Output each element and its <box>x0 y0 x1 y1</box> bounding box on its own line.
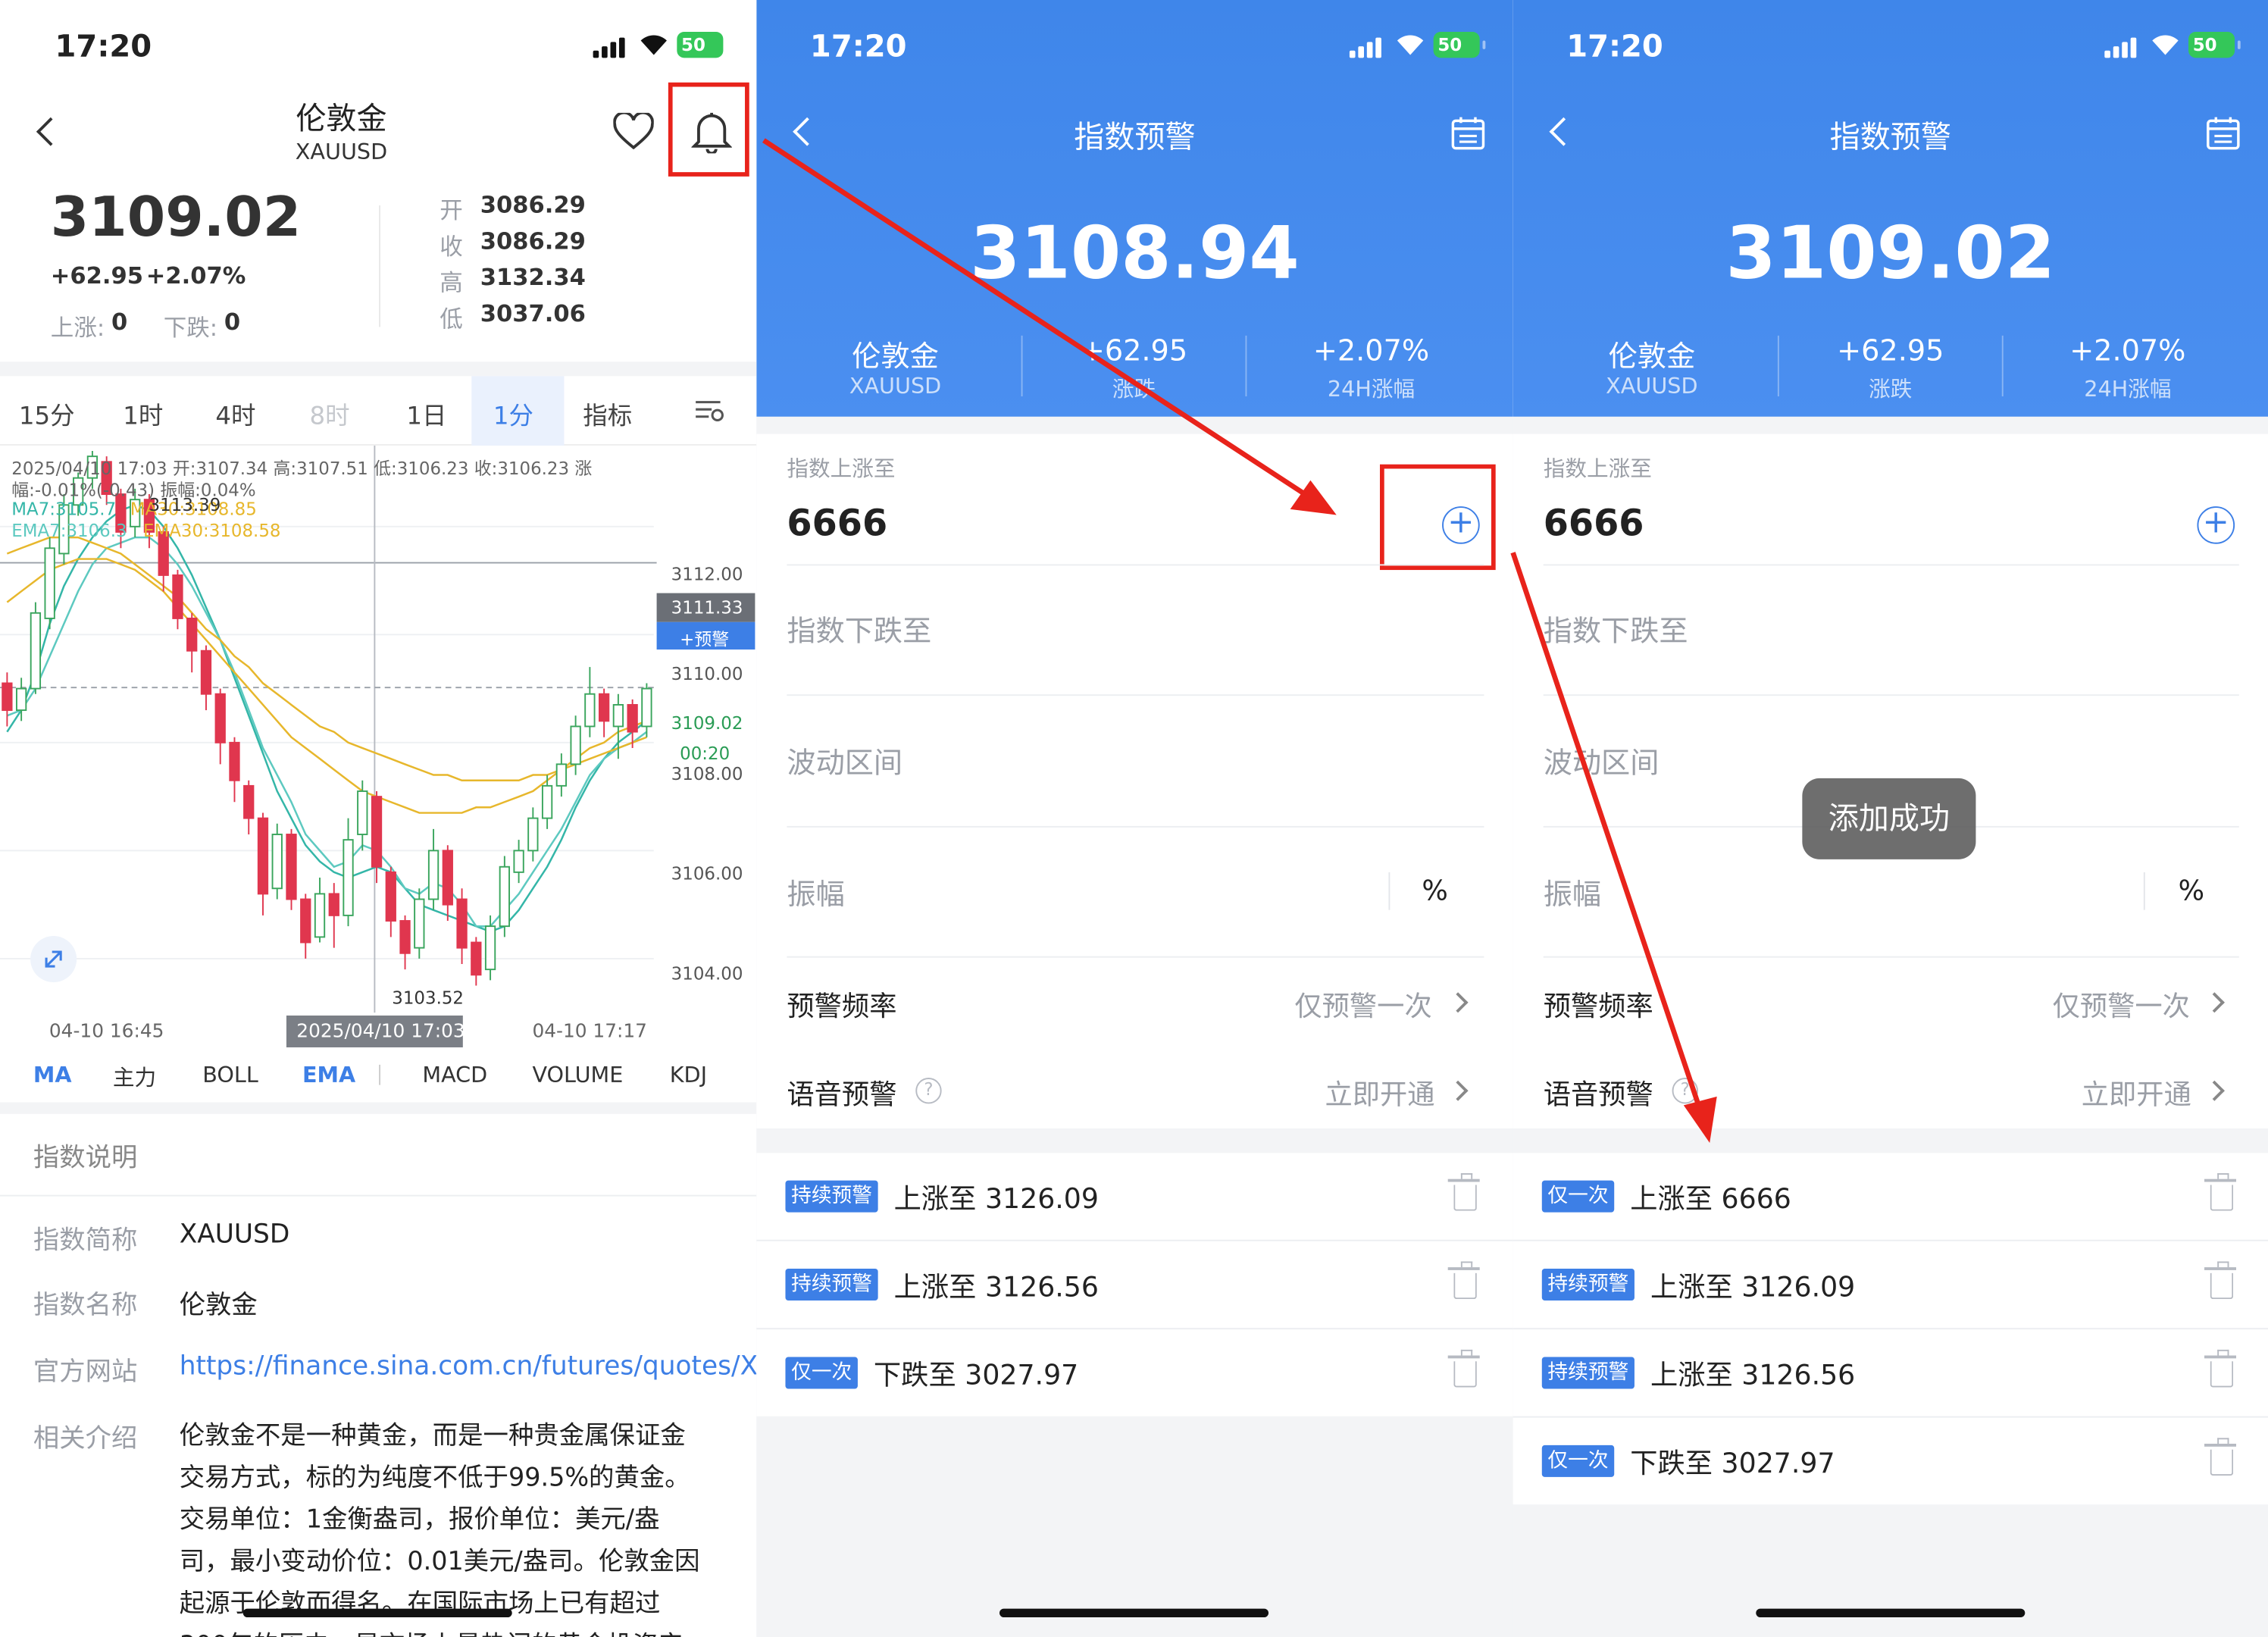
annotation-arrows <box>762 138 1717 1143</box>
arrow-bell-to-add <box>762 138 1325 509</box>
arrow-add-to-list <box>1510 552 1708 1127</box>
arrowhead <box>1290 480 1337 515</box>
arrowhead <box>1683 1096 1717 1143</box>
